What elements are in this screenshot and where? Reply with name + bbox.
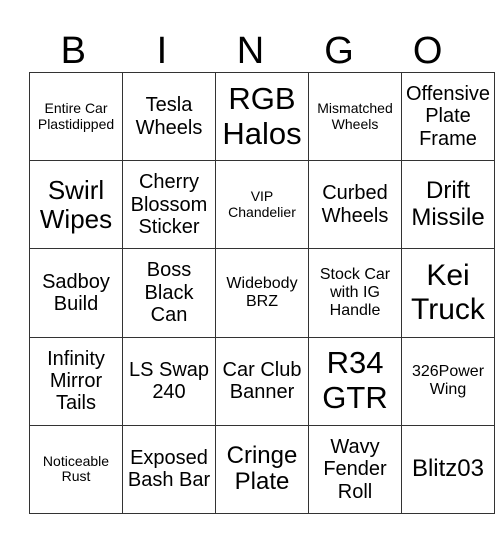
bingo-cell[interactable]: Cringe Plate: [215, 424, 309, 515]
bingo-cell[interactable]: Curbed Wheels: [308, 160, 402, 250]
bingo-cell[interactable]: 326Power Wing: [401, 336, 495, 426]
bingo-row: Noticeable Rust Exposed Bash Bar Cringe …: [29, 424, 495, 515]
bingo-header: B I N G O: [29, 30, 472, 72]
bingo-row: Swirl Wipes Cherry Blossom Sticker VIP C…: [29, 160, 495, 250]
bingo-cell[interactable]: Infinity Mirror Tails: [29, 336, 123, 426]
bingo-cell[interactable]: Kei Truck: [401, 248, 495, 338]
bingo-cell[interactable]: Blitz03: [401, 424, 495, 515]
bingo-cell[interactable]: Wavy Fender Roll: [308, 424, 402, 515]
bingo-cell[interactable]: Noticeable Rust: [29, 424, 123, 515]
header-letter-n: N: [236, 30, 265, 72]
bingo-card: Entire Car Plastidipped Tesla Wheels RGB…: [29, 71, 495, 515]
header-letter-o: O: [412, 30, 443, 72]
bingo-cell[interactable]: Sadboy Build: [29, 248, 123, 338]
bingo-cell[interactable]: Swirl Wipes: [29, 160, 123, 250]
bingo-cell[interactable]: LS Swap 240: [122, 336, 216, 426]
bingo-cell[interactable]: Car Club Banner: [215, 336, 309, 426]
bingo-cell[interactable]: Mismatched Wheels: [308, 71, 402, 162]
bingo-row: Sadboy Build Boss Black Can Widebody BRZ…: [29, 248, 495, 338]
bingo-cell[interactable]: RGB Halos: [215, 71, 309, 162]
header-letter-i: I: [156, 30, 168, 72]
header-letter-g: G: [324, 30, 354, 72]
bingo-cell[interactable]: Tesla Wheels: [122, 71, 216, 162]
bingo-cell[interactable]: Stock Car with IG Handle: [308, 248, 402, 338]
bingo-cell[interactable]: Widebody BRZ: [215, 248, 309, 338]
bingo-cell[interactable]: Exposed Bash Bar: [122, 424, 216, 515]
bingo-cell[interactable]: Cherry Blossom Sticker: [122, 160, 216, 250]
bingo-cell[interactable]: Entire Car Plastidipped: [29, 71, 123, 162]
bingo-cell[interactable]: Drift Missile: [401, 160, 495, 250]
bingo-cell[interactable]: Boss Black Can: [122, 248, 216, 338]
bingo-row: Infinity Mirror Tails LS Swap 240 Car Cl…: [29, 336, 495, 426]
bingo-cell[interactable]: VIP Chandelier: [215, 160, 309, 250]
header-letter-b: B: [60, 30, 86, 72]
bingo-cell[interactable]: Offensive Plate Frame: [401, 71, 495, 162]
bingo-row: Entire Car Plastidipped Tesla Wheels RGB…: [29, 71, 495, 162]
bingo-cell[interactable]: R34 GTR: [308, 336, 402, 426]
